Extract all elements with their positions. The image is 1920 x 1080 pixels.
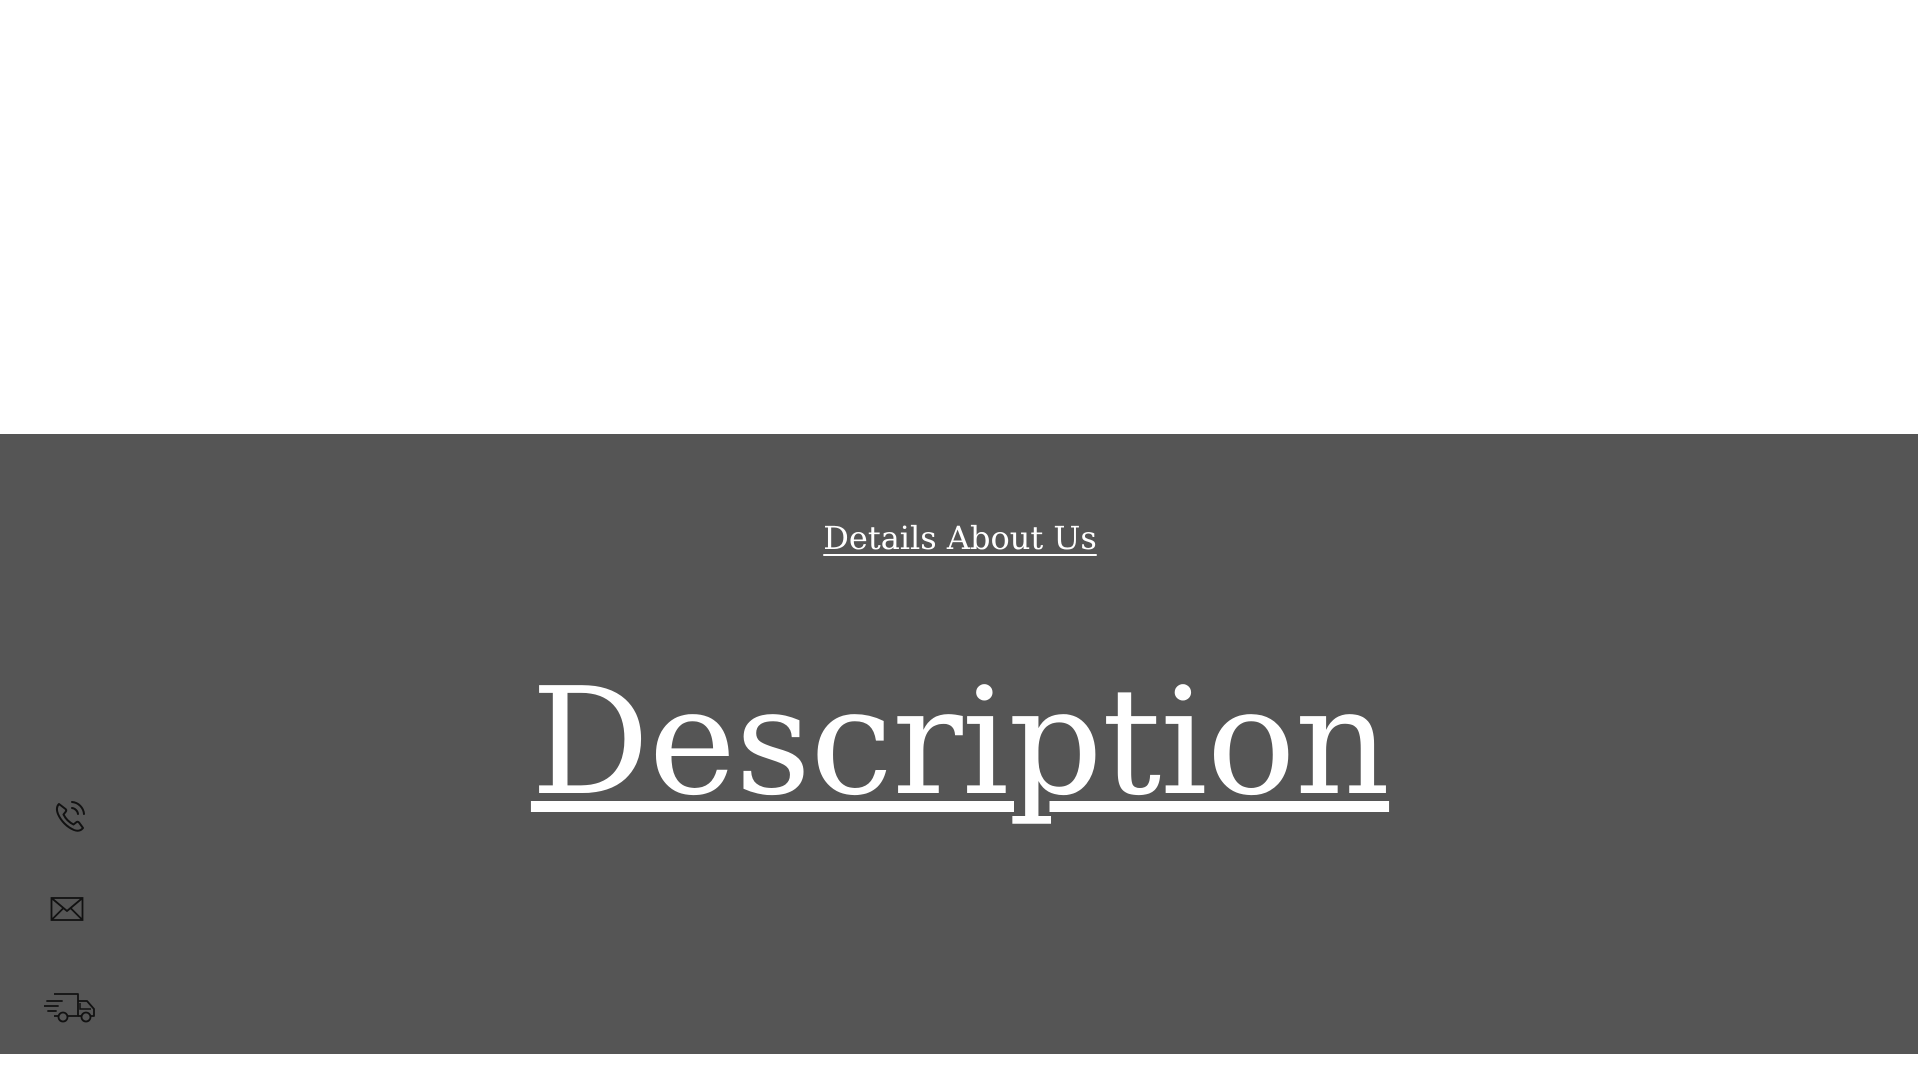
description-heading: Description xyxy=(530,656,1390,828)
description-section: Details About Us Description xyxy=(0,434,1920,1054)
top-blank-area xyxy=(0,0,1920,434)
delivery-truck-icon[interactable] xyxy=(44,990,98,1026)
mail-icon[interactable] xyxy=(50,896,84,922)
phone-icon[interactable] xyxy=(50,796,90,836)
bottom-blank-area xyxy=(0,1054,1920,1080)
details-about-us-link[interactable]: Details About Us xyxy=(0,518,1920,558)
